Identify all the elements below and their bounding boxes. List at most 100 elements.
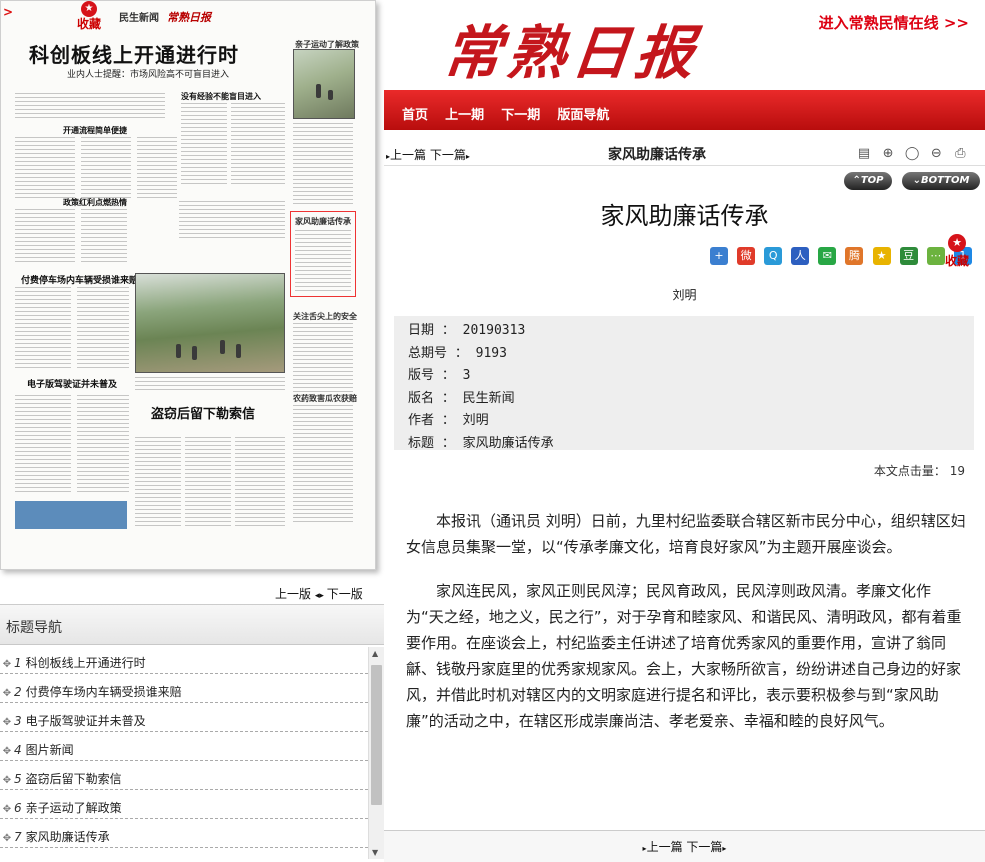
zoom-out-icon[interactable]: ⊖ (928, 146, 944, 162)
paper-subheadline: 业内人士提醒：市场风险高不可盲目进入 (67, 70, 230, 80)
wechat-icon[interactable]: ✉ (818, 247, 837, 265)
nav-next-issue[interactable]: 下一期 (501, 104, 540, 123)
print-icon[interactable]: ⎙ (952, 146, 968, 162)
title-nav-item[interactable]: ✥ 1 科创板线上开通进行时 (0, 645, 368, 674)
scroll-bottom-button[interactable]: ⌄BOTTOM (902, 172, 980, 190)
text-block (235, 437, 285, 527)
enter-minqing-link[interactable]: 进入常熟民情在线 >> (819, 12, 969, 33)
zoom-in-icon[interactable]: ⊕ (880, 146, 896, 162)
text-block (81, 137, 131, 201)
section-heading: 农药致害瓜农获赔 (293, 394, 357, 403)
meta-issue: 总期号 ： 9193 (408, 345, 507, 361)
paper-photo[interactable] (293, 49, 355, 119)
text-block (231, 103, 285, 187)
text-block (185, 437, 231, 527)
nav-home[interactable]: 首页 (402, 104, 428, 123)
text-block (15, 93, 165, 121)
bullet-icon: ✥ (2, 688, 12, 699)
prev-article-link[interactable]: 上一篇 (390, 148, 426, 162)
arrow-right-icon: ▸ (722, 844, 727, 853)
bullet-icon: ✥ (2, 775, 12, 786)
expand-arrow-icon[interactable]: > (3, 5, 13, 19)
meta-date: 日期 ： 20190313 (408, 323, 526, 338)
article-title: 家风助廉话传承 (600, 202, 769, 230)
text-block (135, 437, 181, 527)
text-block (15, 137, 75, 201)
next-article-link[interactable]: 下一篇 (430, 148, 466, 162)
share-plus-icon[interactable]: + (710, 247, 728, 265)
prev-page-link[interactable]: 上一版 (275, 587, 311, 601)
article-meta: 日期 ： 20190313 总期号 ： 9193 版号 ： 3 版名 ： 民生新… (394, 316, 974, 451)
zoom-reset-icon[interactable]: ◯ (904, 146, 920, 162)
title-nav-item[interactable]: ✥ 3 电子版驾驶证并未普及 (0, 703, 368, 732)
favorite-label: 收藏 (76, 17, 101, 31)
meta-author: 作者 ： 刘明 (408, 413, 489, 428)
favorite-button[interactable]: ★ 收藏 (942, 234, 972, 269)
scrollbar-thumb[interactable] (371, 665, 382, 805)
paper-masthead: 民生新闻 常熟日报 (119, 11, 211, 24)
top-navigation: 首页 上一期 下一期 版面导航 (384, 90, 985, 130)
text-block (293, 323, 353, 393)
left-panel: > ★ 收藏 民生新闻 常熟日报 科创板线上开通进行时 业内人士提醒：市场风险高不… (0, 0, 384, 862)
paper-photo-news[interactable] (135, 273, 285, 373)
title-nav-heading: 标题导航 (0, 605, 384, 645)
renren-icon[interactable]: 人 (791, 247, 810, 265)
meta-page-name: 版名 ： 民生新闻 (408, 390, 515, 406)
article-pager-top: ▸上一篇 下一篇▸ (386, 146, 470, 163)
text-block (293, 123, 353, 207)
bullet-icon: ✥ (2, 659, 12, 670)
favorite-label: 收藏 (944, 254, 969, 268)
bullet-icon: ✥ (2, 833, 12, 844)
text-block (77, 395, 129, 495)
scroll-up-icon[interactable]: ▲ (372, 649, 378, 658)
bullet-icon: ✥ (2, 717, 12, 728)
star-icon: ★ (948, 234, 966, 252)
kaixin-icon[interactable]: ★ (872, 247, 891, 265)
title-nav-item[interactable]: ✥ 5 盗窃后留下勒索信 (0, 761, 368, 790)
text-block (181, 103, 227, 187)
prev-article-link[interactable]: 上一篇 (647, 840, 683, 854)
scroll-down-icon[interactable]: ▼ (372, 848, 378, 857)
section-heading: 盗窃后留下勒索信 (151, 407, 256, 422)
article-toolbar: ▸上一篇 下一篇▸ 家风助廉话传承 ▤ ⊕ ◯ ⊖ ⎙ (384, 140, 985, 166)
photo-figure (316, 84, 321, 98)
page-pager: 上一版 ◂▸ 下一版 (275, 585, 363, 602)
photo-figure (236, 344, 241, 358)
site-logo[interactable]: 常熟日报 (440, 6, 705, 90)
photo-figure (176, 344, 181, 358)
title-nav-item[interactable]: ✥ 2 付费停车场内车辆受损谁来赔 (0, 674, 368, 703)
scroll-top-button[interactable]: ⌃TOP (844, 172, 892, 190)
tencent-weibo-icon[interactable]: 腾 (845, 247, 864, 265)
arrow-right-icon: ▸ (465, 152, 470, 161)
title-nav-item[interactable]: ✥ 6 亲子运动了解政策 (0, 790, 368, 819)
article-paragraph: 本报讯（通讯员 刘明）日前，九里村纪监委联合辖区新市民分中心，组织辖区妇女信息员… (406, 512, 966, 556)
title-nav-list: ✥ 1 科创板线上开通进行时 ✥ 2 付费停车场内车辆受损谁来赔 ✥ 3 电子版驾驶证并未普… (0, 645, 368, 848)
hit-count: 本文点击量： 19 (873, 464, 965, 478)
photo-caption (135, 377, 285, 393)
douban-icon[interactable]: 豆 (899, 247, 918, 265)
favorite-badge[interactable]: ★ 收藏 (67, 1, 111, 35)
section-heading: 关注舌尖上的安全 (293, 312, 357, 321)
title-nav-item[interactable]: ✥ 7 家风助廉话传承 (0, 819, 368, 848)
section-heading: 没有经验不能盲目进入 (181, 91, 261, 101)
weibo-icon[interactable]: 微 (737, 247, 756, 265)
nav-prev-issue[interactable]: 上一期 (445, 104, 484, 123)
meta-title: 标题 ： 家风助廉话传承 (408, 435, 554, 451)
section-heading: 开通流程简单便捷 (63, 125, 127, 135)
paper-headline[interactable]: 科创板线上开通进行时 (29, 39, 239, 68)
qzone-icon[interactable]: Q (764, 247, 783, 265)
notes-icon[interactable]: ▤ (856, 146, 872, 162)
title-nav-scrollbar[interactable]: ▲ ▼ (368, 647, 384, 859)
photo-figure (220, 340, 225, 354)
newspaper-page-preview[interactable]: > ★ 收藏 民生新闻 常熟日报 科创板线上开通进行时 业内人士提醒：市场风险高不… (0, 0, 376, 570)
reader-tools: ▤ ⊕ ◯ ⊖ ⎙ (856, 142, 971, 162)
article-paragraph: 家风连民风，家风正则民风淳；民风育政风，民风淳则政风清。孝廉文化作为“天之经，地… (406, 582, 962, 730)
next-article-link[interactable]: 下一篇 (686, 840, 722, 854)
text-block (77, 287, 129, 371)
nav-page-navigation[interactable]: 版面导航 (557, 104, 609, 123)
selected-article-frame[interactable]: 家风助廉话传承 (290, 211, 356, 297)
article-body: 本报讯（通讯员 刘明）日前，九里村纪监委联合辖区新市民分中心，组织辖区妇女信息员… (406, 508, 966, 752)
text-block (81, 209, 127, 265)
title-nav-item[interactable]: ✥ 4 图片新闻 (0, 732, 368, 761)
next-page-link[interactable]: 下一版 (327, 587, 363, 601)
